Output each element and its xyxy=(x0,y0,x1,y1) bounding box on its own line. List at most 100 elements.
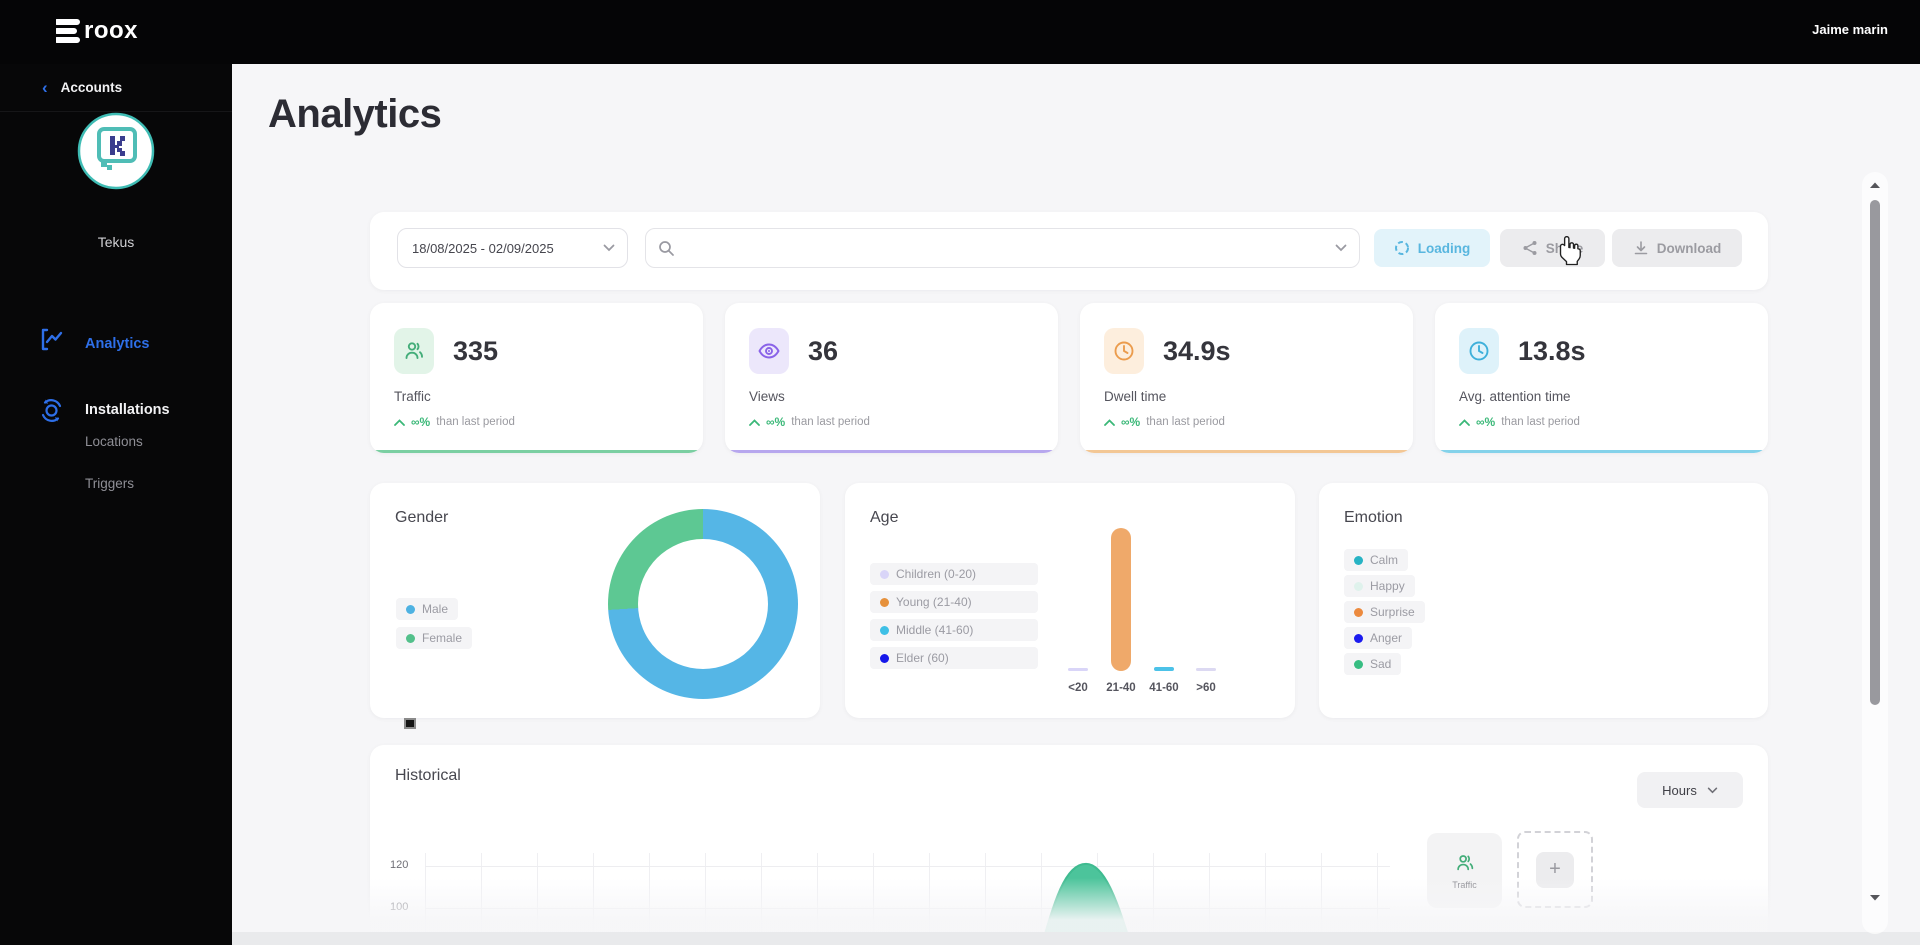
topbar: roox Jaime marin xyxy=(0,0,1920,64)
back-label: Accounts xyxy=(60,80,123,95)
legend-label: Young (21-40) xyxy=(896,595,972,609)
age-axis-label: <20 xyxy=(1068,682,1088,694)
age-bar xyxy=(1196,668,1216,671)
page-scrollbar[interactable] xyxy=(1862,172,1888,934)
age-bar xyxy=(1068,668,1088,671)
emotion-title: Emotion xyxy=(1344,509,1403,526)
legend-label: Surprise xyxy=(1370,605,1415,619)
date-range-value: 18/08/2025 - 02/09/2025 xyxy=(412,240,554,256)
historical-card: Historical Hours 120 100 Traffic + xyxy=(370,745,1768,945)
trend-text: than last period xyxy=(1146,416,1225,428)
chevron-left-icon: ‹ xyxy=(42,78,48,97)
stat-value: 36 xyxy=(808,335,839,366)
legend-children[interactable]: Children (0-20) xyxy=(870,563,1038,585)
back-to-accounts[interactable]: ‹ Accounts xyxy=(0,64,232,112)
legend-happy[interactable]: Happy xyxy=(1344,575,1415,597)
legend-middle[interactable]: Middle (41-60) xyxy=(870,619,1038,641)
age-axis-label: >60 xyxy=(1196,682,1216,694)
age-bar-column xyxy=(1068,668,1088,671)
age-bar-column xyxy=(1196,668,1216,671)
card-accent-bar xyxy=(370,450,703,453)
share-button[interactable]: Share xyxy=(1500,229,1605,267)
share-label: Share xyxy=(1545,240,1584,256)
legend-label: Sad xyxy=(1370,657,1392,671)
male-dot-icon xyxy=(406,604,415,614)
legend-label: Male xyxy=(422,602,449,616)
chevron-down-icon xyxy=(1707,787,1718,793)
y-tick: 100 xyxy=(390,901,409,913)
happy-dot-icon xyxy=(1354,581,1363,591)
stat-value: 34.9s xyxy=(1163,335,1231,366)
age-axis-label: 21-40 xyxy=(1106,682,1136,694)
loading-button[interactable]: Loading xyxy=(1374,229,1490,267)
share-icon xyxy=(1523,241,1537,255)
children-dot-icon xyxy=(880,569,889,579)
stat-card-attention-time: 13.8s Avg. attention time ∞% than last p… xyxy=(1435,303,1768,453)
caret-up-icon xyxy=(394,418,405,426)
clock-icon xyxy=(1459,328,1499,374)
trend-percent: ∞% xyxy=(1476,415,1496,429)
trend-text: than last period xyxy=(791,416,870,428)
legend-sad[interactable]: Sad xyxy=(1344,653,1402,675)
card-accent-bar xyxy=(1080,450,1413,453)
user-menu[interactable]: Jaime marin xyxy=(1812,22,1888,37)
emotion-card: Emotion Calm Happy Surprise Anger Sad xyxy=(1319,483,1768,718)
y-tick: 120 xyxy=(390,859,409,871)
legend-label: Calm xyxy=(1370,553,1399,567)
legend-label: Middle (41-60) xyxy=(896,623,974,637)
date-range-select[interactable]: 18/08/2025 - 02/09/2025 xyxy=(397,228,628,268)
legend-elder[interactable]: Elder (60) xyxy=(870,647,1038,669)
legend-young[interactable]: Young (21-40) xyxy=(870,591,1038,613)
add-series-button[interactable]: + xyxy=(1536,851,1574,888)
caret-up-icon xyxy=(749,418,760,426)
legend-label: Children (0-20) xyxy=(896,567,977,581)
scrollbar-thumb[interactable] xyxy=(1870,200,1880,705)
stat-label: Views xyxy=(749,389,785,404)
broox-logo[interactable]: roox xyxy=(56,17,138,45)
account-avatar[interactable] xyxy=(77,112,155,190)
black-square-artifact xyxy=(404,718,416,729)
scroll-down-icon[interactable] xyxy=(1869,894,1881,902)
age-title: Age xyxy=(870,509,899,526)
chevron-down-icon[interactable] xyxy=(1335,244,1347,252)
stat-card-dwell-time: 34.9s Dwell time ∞% than last period xyxy=(1080,303,1413,453)
stat-label: Dwell time xyxy=(1104,389,1167,404)
legend-surprise[interactable]: Surprise xyxy=(1344,601,1425,623)
trend-text: than last period xyxy=(436,416,515,428)
spinner-icon xyxy=(1394,241,1409,255)
legend-female[interactable]: Female xyxy=(396,627,473,649)
stat-card-traffic: 335 Traffic ∞% than last period xyxy=(370,303,703,453)
chip-label: Traffic xyxy=(1452,879,1477,890)
search-box[interactable] xyxy=(645,228,1360,268)
legend-calm[interactable]: Calm xyxy=(1344,549,1409,571)
search-icon xyxy=(659,240,674,256)
bottom-strip xyxy=(232,932,1920,945)
scroll-up-icon[interactable] xyxy=(1869,181,1881,189)
trend-percent: ∞% xyxy=(411,415,431,429)
sidebar-item-locations[interactable]: Locations xyxy=(85,434,143,449)
sidebar-item-installations[interactable]: Installations xyxy=(0,392,232,428)
gender-card: Gender Male Female xyxy=(370,483,820,718)
interval-select[interactable]: Hours xyxy=(1637,772,1743,808)
middle-dot-icon xyxy=(880,625,889,635)
age-bar-column xyxy=(1111,528,1131,671)
download-button[interactable]: Download xyxy=(1612,229,1742,267)
sidebar-item-triggers[interactable]: Triggers xyxy=(85,476,134,491)
gender-title: Gender xyxy=(395,509,449,526)
search-input[interactable] xyxy=(683,240,1327,256)
nav-label-analytics: Analytics xyxy=(85,336,150,352)
gender-donut xyxy=(608,509,798,699)
trend-text: than last period xyxy=(1501,416,1580,428)
legend-male[interactable]: Male xyxy=(396,598,459,620)
eye-icon xyxy=(749,328,789,374)
legend-anger[interactable]: Anger xyxy=(1344,627,1413,649)
stat-value: 335 xyxy=(453,335,499,366)
legend-label: Female xyxy=(422,631,463,645)
female-dot-icon xyxy=(406,633,415,643)
loading-label: Loading xyxy=(1417,240,1471,256)
line-chart-icon xyxy=(38,326,65,353)
series-chip-traffic[interactable]: Traffic xyxy=(1427,833,1502,908)
sidebar-item-analytics[interactable]: Analytics xyxy=(0,326,232,362)
card-accent-bar xyxy=(1435,450,1768,453)
clock-icon xyxy=(1104,328,1144,374)
